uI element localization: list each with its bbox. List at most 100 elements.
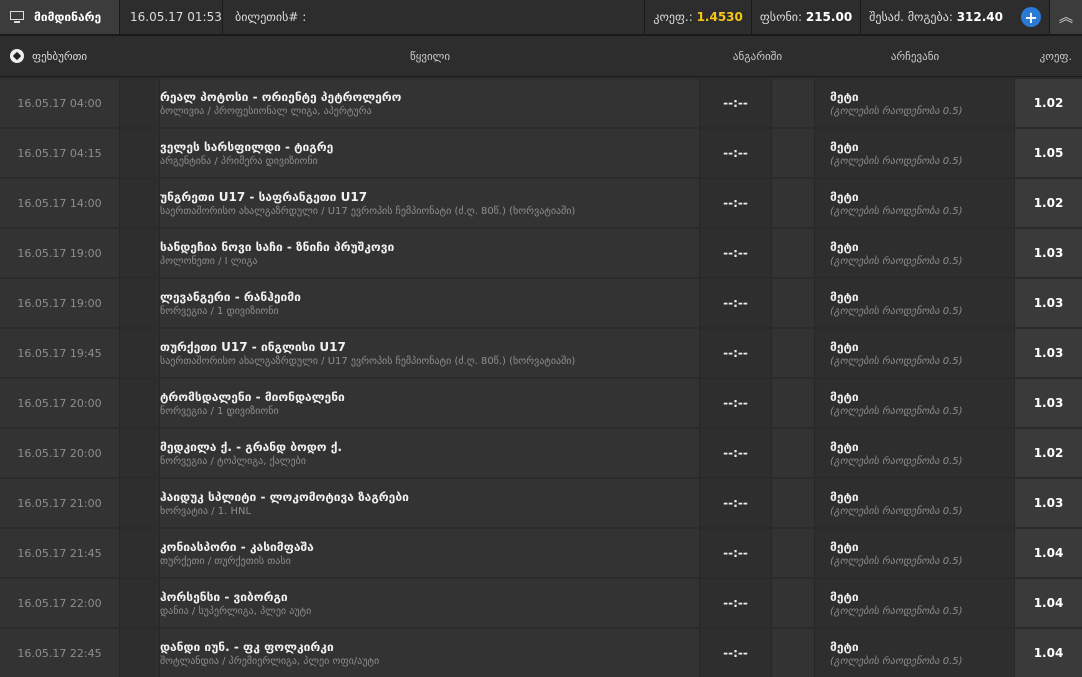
bet-list: 16.05.17 04:00 რეალ პოტოსი - ორიენტე პეტ… (0, 79, 1082, 677)
outcome-column-header: არჩევანი (890, 49, 940, 63)
event-name: ველეს სარსფილდი - ტიგრე (160, 139, 334, 154)
row-spacer (772, 129, 815, 177)
event-league: პოლონეთი / I ლიგა (160, 255, 258, 267)
event-league: შოტლანდია / პრემიერლიგა, პლეი ოფი/აუტი (160, 655, 380, 667)
event-time: 16.05.17 14:00 (0, 179, 120, 227)
event-cell: უნგრეთი U17 - საფრანგეთი U17 საერთაშორის… (160, 179, 700, 227)
outcome-name: მეტი (830, 289, 859, 304)
row-spacer (772, 429, 815, 477)
event-name: თურქეთი U17 - ინგლისი U17 (160, 339, 346, 354)
event-name: მედკილა ქ. - გრანდ ბოდო ქ. (160, 439, 343, 454)
outcome-description: (გოლების რაოდენობა 0.5) (830, 505, 963, 517)
event-league: დანია / სუპერლიგა, პლეი აუტი (160, 605, 312, 617)
event-score: --:-- (700, 529, 772, 577)
outcome-cell: მეტი (გოლების რაოდენობა 0.5) (815, 479, 1015, 527)
collapse-up-icon[interactable]: ︽ (1049, 0, 1082, 34)
row-spacer (120, 329, 160, 377)
add-button[interactable]: + (1021, 7, 1041, 27)
event-score: --:-- (700, 329, 772, 377)
table-row: 16.05.17 04:15 ველეს სარსფილდი - ტიგრე ა… (0, 129, 1082, 177)
outcome-description: (გოლების რაოდენობა 0.5) (830, 155, 963, 167)
outcome-cell: მეტი (გოლების რაოდენობა 0.5) (815, 529, 1015, 577)
row-spacer (120, 179, 160, 227)
row-spacer (120, 529, 160, 577)
table-row: 16.05.17 19:00 სანდეჩია ნოვი საჩი - ზნიჩ… (0, 229, 1082, 277)
event-score: --:-- (700, 79, 772, 127)
table-row: 16.05.17 21:00 ჰაიდუკ სპლიტი - ლოკომოტივ… (0, 479, 1082, 527)
outcome-cell: მეტი (გოლების რაოდენობა 0.5) (815, 79, 1015, 127)
outcome-description: (გოლების რაოდენობა 0.5) (830, 405, 963, 417)
outcome-name: მეტი (830, 589, 859, 604)
event-league: ნორვეგია / ტოპლიგა, ქალები (160, 455, 306, 467)
event-league: ნორვეგია / 1 დივიზიონი (160, 405, 279, 417)
outcome-name: მეტი (830, 439, 859, 454)
event-cell: ველეს სარსფილდი - ტიგრე არგენტინა / პრიმ… (160, 129, 700, 177)
top-bar: მიმდინარე 16.05.17 01:53 ბილეთის# : კოეფ… (0, 0, 1082, 36)
stake-value: 215.00 (805, 10, 853, 24)
odd-value: 1.04 (1015, 579, 1082, 627)
outcome-name: მეტი (830, 339, 859, 354)
ticket-number-label: ბილეთის# : (235, 10, 307, 24)
event-time: 16.05.17 20:00 (0, 379, 120, 427)
outcome-cell: მეტი (გოლების რაოდენობა 0.5) (815, 179, 1015, 227)
odd-value: 1.03 (1015, 329, 1082, 377)
table-row: 16.05.17 22:00 ჰორსენსი - ვიბორგი დანია … (0, 579, 1082, 627)
event-time: 16.05.17 21:00 (0, 479, 120, 527)
event-cell: ტრომსდალენი - მიონდალენი ნორვეგია / 1 დი… (160, 379, 700, 427)
event-league: ბოლივია / პროფესიონალ ლიგა, აპერტურა (160, 105, 372, 117)
event-time: 16.05.17 22:45 (0, 629, 120, 677)
row-spacer (120, 579, 160, 627)
outcome-description: (გოლების რაოდენობა 0.5) (830, 255, 963, 267)
odd-value: 1.03 (1015, 279, 1082, 327)
table-row: 16.05.17 04:00 რეალ პოტოსი - ორიენტე პეტ… (0, 79, 1082, 127)
outcome-description: (გოლების რაოდენობა 0.5) (830, 455, 963, 467)
outcome-cell: მეტი (გოლების რაოდენობა 0.5) (815, 579, 1015, 627)
event-score: --:-- (700, 379, 772, 427)
sport-header: ფეხბურთი (0, 49, 160, 63)
event-score: --:-- (700, 229, 772, 277)
coef-value: 1.4530 (696, 10, 743, 24)
event-score: --:-- (700, 479, 772, 527)
event-cell: ჰაიდუკ სპლიტი - ლოკომოტივა ზაგრები ხორვა… (160, 479, 700, 527)
outcome-name: მეტი (830, 89, 859, 104)
row-spacer (120, 79, 160, 127)
odd-value: 1.02 (1015, 79, 1082, 127)
outcome-cell: მეტი (გოლების რაოდენობა 0.5) (815, 129, 1015, 177)
outcome-description: (გოლების რაოდენობა 0.5) (830, 355, 963, 367)
possible-win-label: შესაძ. მოგება: (869, 10, 953, 24)
row-spacer (772, 79, 815, 127)
row-spacer (772, 479, 815, 527)
event-league: ხორვატია / 1. HNL (160, 505, 252, 517)
event-league: თურქეთი / თურქეთის თასი (160, 555, 291, 567)
event-cell: ჰორსენსი - ვიბორგი დანია / სუპერლიგა, პლ… (160, 579, 700, 627)
stake-label: ფსონი: (759, 10, 803, 24)
row-spacer (772, 279, 815, 327)
current-tab[interactable]: მიმდინარე (0, 0, 120, 34)
outcome-cell: მეტი (გოლების რაოდენობა 0.5) (815, 279, 1015, 327)
odd-value: 1.03 (1015, 379, 1082, 427)
event-name: ჰაიდუკ სპლიტი - ლოკომოტივა ზაგრები (160, 489, 409, 504)
odd-value: 1.02 (1015, 179, 1082, 227)
outcome-description: (გოლების რაოდენობა 0.5) (830, 305, 963, 317)
event-cell: სანდეჩია ნოვი საჩი - ზნიჩი პრუშკოვი პოლო… (160, 229, 700, 277)
odd-value: 1.04 (1015, 529, 1082, 577)
ticket-date: 16.05.17 01:53 (120, 0, 223, 34)
row-spacer (772, 579, 815, 627)
coef-label: კოეფ.: (653, 10, 693, 24)
row-spacer (120, 279, 160, 327)
row-spacer (772, 629, 815, 677)
row-spacer (120, 379, 160, 427)
outcome-cell: მეტი (გოლების რაოდენობა 0.5) (815, 229, 1015, 277)
row-spacer (120, 229, 160, 277)
outcome-name: მეტი (830, 389, 859, 404)
possible-win-summary: შესაძ. მოგება: 312.40 (860, 0, 1011, 34)
event-cell: დანდი იუნ. - ფკ ფოლკირკი შოტლანდია / პრე… (160, 629, 700, 677)
event-name: ტრომსდალენი - მიონდალენი (160, 389, 345, 404)
event-cell: რეალ პოტოსი - ორიენტე პეტროლერო ბოლივია … (160, 79, 700, 127)
outcome-name: მეტი (830, 239, 859, 254)
odd-value: 1.05 (1015, 129, 1082, 177)
event-score: --:-- (700, 279, 772, 327)
row-spacer (772, 529, 815, 577)
event-time: 16.05.17 04:15 (0, 129, 120, 177)
event-score: --:-- (700, 179, 772, 227)
